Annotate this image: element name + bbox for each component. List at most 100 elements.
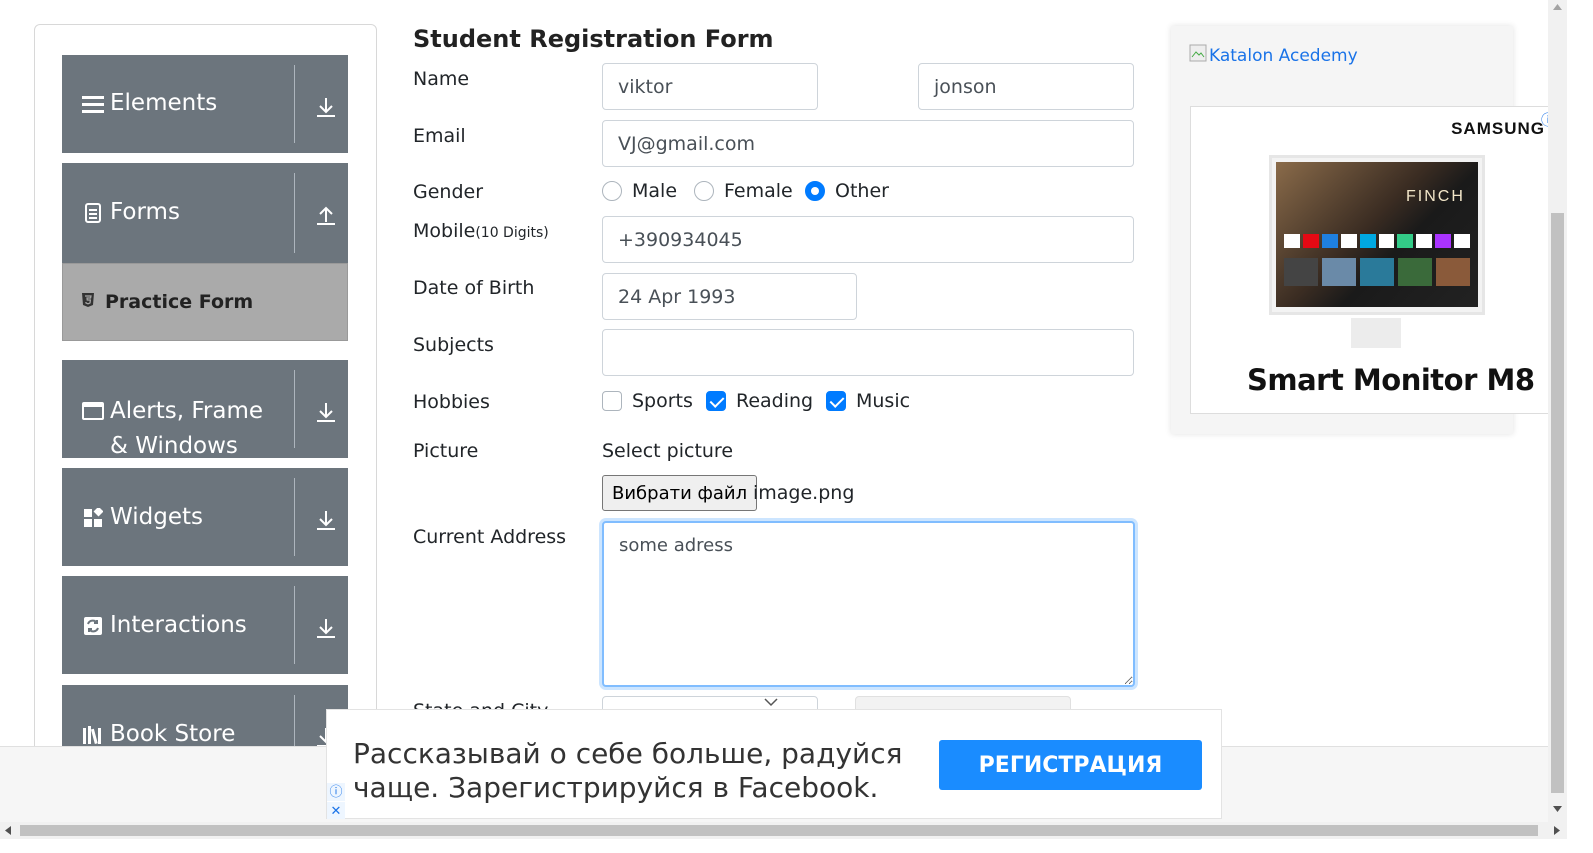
sidebar-group-alerts[interactable]: Alerts, Frame & Windows xyxy=(62,360,348,459)
hobby-sports-checkbox[interactable]: Sports xyxy=(602,390,693,412)
arrow-down-icon[interactable] xyxy=(316,617,336,639)
arrow-down-icon[interactable] xyxy=(316,509,336,531)
broken-image-icon xyxy=(1189,44,1207,67)
address-textarea[interactable]: some adress xyxy=(602,521,1135,687)
sidebar-group-widgets-title: Widgets xyxy=(82,504,203,530)
sidebar-item-label-wrap: Practice Form xyxy=(81,291,253,313)
scroll-right-icon[interactable] xyxy=(1554,826,1560,835)
email-input[interactable]: VJ@gmail.com xyxy=(602,120,1134,167)
samsung-banner[interactable]: ⓘ SAMSUNG FINCH Smart Monitor M8 xyxy=(1190,106,1555,414)
sidebar-group-label: Widgets xyxy=(110,504,203,530)
mobile-hint: (10 Digits) xyxy=(475,225,549,241)
product-name: Smart Monitor M8 xyxy=(1247,363,1535,397)
scroll-down-icon[interactable] xyxy=(1553,806,1562,812)
select-picture-label: Select picture xyxy=(602,440,734,462)
html5-icon xyxy=(81,291,95,313)
chevron-down-icon xyxy=(764,698,778,707)
scroll-thumb[interactable] xyxy=(1551,213,1564,793)
gender-female-radio[interactable]: Female xyxy=(694,180,793,202)
sidebar-group-book-store-title: Book Store xyxy=(82,721,235,747)
scroll-up-icon[interactable] xyxy=(1553,4,1562,10)
adchoices-icon[interactable]: ⓘ xyxy=(327,783,345,801)
monitor-stand xyxy=(1351,318,1401,348)
form-title: Student Registration Form xyxy=(413,25,774,53)
books-icon xyxy=(82,725,104,745)
vertical-scrollbar[interactable] xyxy=(1548,0,1567,822)
sidebar: Elements Forms Practice Form Alerts, Fra… xyxy=(34,24,377,764)
dob-input[interactable]: 24 Apr 1993 xyxy=(602,273,857,320)
monitor-screen: FINCH xyxy=(1276,162,1478,307)
content-row xyxy=(1284,258,1470,286)
sidebar-group-forms[interactable]: Forms xyxy=(62,163,348,263)
sidebar-group-widgets[interactable]: Widgets xyxy=(62,468,348,566)
dob-label: Date of Birth xyxy=(413,277,535,299)
subjects-label: Subjects xyxy=(413,334,494,356)
gender-label: Gender xyxy=(413,181,484,203)
first-name-input[interactable]: viktor xyxy=(602,63,818,110)
radio-circle[interactable] xyxy=(602,181,622,201)
picture-label: Picture xyxy=(413,440,479,462)
checkbox-box[interactable] xyxy=(826,391,846,411)
radio-label: Other xyxy=(835,180,889,202)
hamburger-icon xyxy=(82,94,104,114)
arrow-down-icon[interactable] xyxy=(316,96,336,118)
sidebar-group-elements[interactable]: Elements xyxy=(62,55,348,153)
sidebar-group-alerts-title: Alerts, Frame & Windows xyxy=(82,394,282,464)
arrow-up-icon[interactable] xyxy=(316,204,336,226)
register-button[interactable]: РЕГИСТРАЦИЯ xyxy=(939,740,1202,790)
divider xyxy=(294,370,295,448)
hobby-reading-checkbox[interactable]: Reading xyxy=(706,390,813,412)
radio-label: Male xyxy=(632,180,678,202)
address-label: Current Address xyxy=(413,526,567,548)
sidebar-group-label: Forms xyxy=(110,199,180,225)
ad-link[interactable]: Katalon Acedemy xyxy=(1189,44,1358,67)
interactions-icon xyxy=(82,616,104,636)
checkbox-box[interactable] xyxy=(706,391,726,411)
sidebar-group-interactions[interactable]: Interactions xyxy=(62,576,348,674)
hobbies-label: Hobbies xyxy=(413,391,490,413)
scroll-left-icon[interactable] xyxy=(5,826,11,835)
monitor-illustration: FINCH xyxy=(1269,155,1485,315)
sidebar-group-interactions-title: Interactions xyxy=(82,612,247,638)
sidebar-item-practice-form[interactable]: Practice Form xyxy=(62,263,348,341)
poster-title: FINCH xyxy=(1406,188,1465,205)
divider xyxy=(294,65,295,143)
email-label: Email xyxy=(413,125,466,147)
samsung-logo: SAMSUNG xyxy=(1451,119,1545,138)
horizontal-scrollbar[interactable] xyxy=(0,822,1567,839)
last-name-input[interactable]: jonson xyxy=(918,63,1134,110)
radio-circle[interactable] xyxy=(694,181,714,201)
gender-other-radio[interactable]: Other xyxy=(805,180,889,202)
checkbox-label: Sports xyxy=(632,390,693,412)
checkbox-label: Music xyxy=(856,390,911,412)
divider xyxy=(294,478,295,556)
ad-link-text: Katalon Acedemy xyxy=(1209,45,1358,66)
radio-circle[interactable] xyxy=(805,181,825,201)
sidebar-ad[interactable]: Katalon Acedemy ⓘ SAMSUNG FINCH Smart Mo… xyxy=(1171,26,1555,434)
mobile-input[interactable]: +390934045 xyxy=(602,216,1134,263)
scroll-thumb[interactable] xyxy=(20,825,1538,836)
hobby-music-checkbox[interactable]: Music xyxy=(826,390,910,412)
radio-label: Female xyxy=(724,180,793,202)
divider xyxy=(294,173,295,253)
checkbox-label: Reading xyxy=(736,390,814,412)
window-icon xyxy=(82,402,104,420)
arrow-down-icon[interactable] xyxy=(316,401,336,423)
mobile-label-text: Mobile xyxy=(413,220,476,242)
gender-male-radio[interactable]: Male xyxy=(602,180,677,202)
file-name: image.png xyxy=(753,482,855,504)
checkbox-box[interactable] xyxy=(602,391,622,411)
choose-file-button[interactable]: Вибрати файл xyxy=(602,475,758,511)
bottom-ad[interactable]: Рассказывай о себе больше, радуйся чаще.… xyxy=(326,709,1222,819)
name-label: Name xyxy=(413,68,470,90)
close-icon[interactable]: ✕ xyxy=(327,802,345,819)
sidebar-item-label: Practice Form xyxy=(105,291,254,313)
sidebar-group-forms-title: Forms xyxy=(82,199,180,225)
app-row xyxy=(1284,234,1471,248)
sidebar-group-label: Alerts, Frame & Windows xyxy=(110,398,264,459)
sidebar-group-elements-title: Elements xyxy=(82,90,217,116)
subjects-input[interactable] xyxy=(602,329,1134,376)
sidebar-group-label: Interactions xyxy=(110,612,247,638)
widgets-icon xyxy=(82,508,104,528)
sidebar-group-label: Book Store xyxy=(110,721,236,747)
